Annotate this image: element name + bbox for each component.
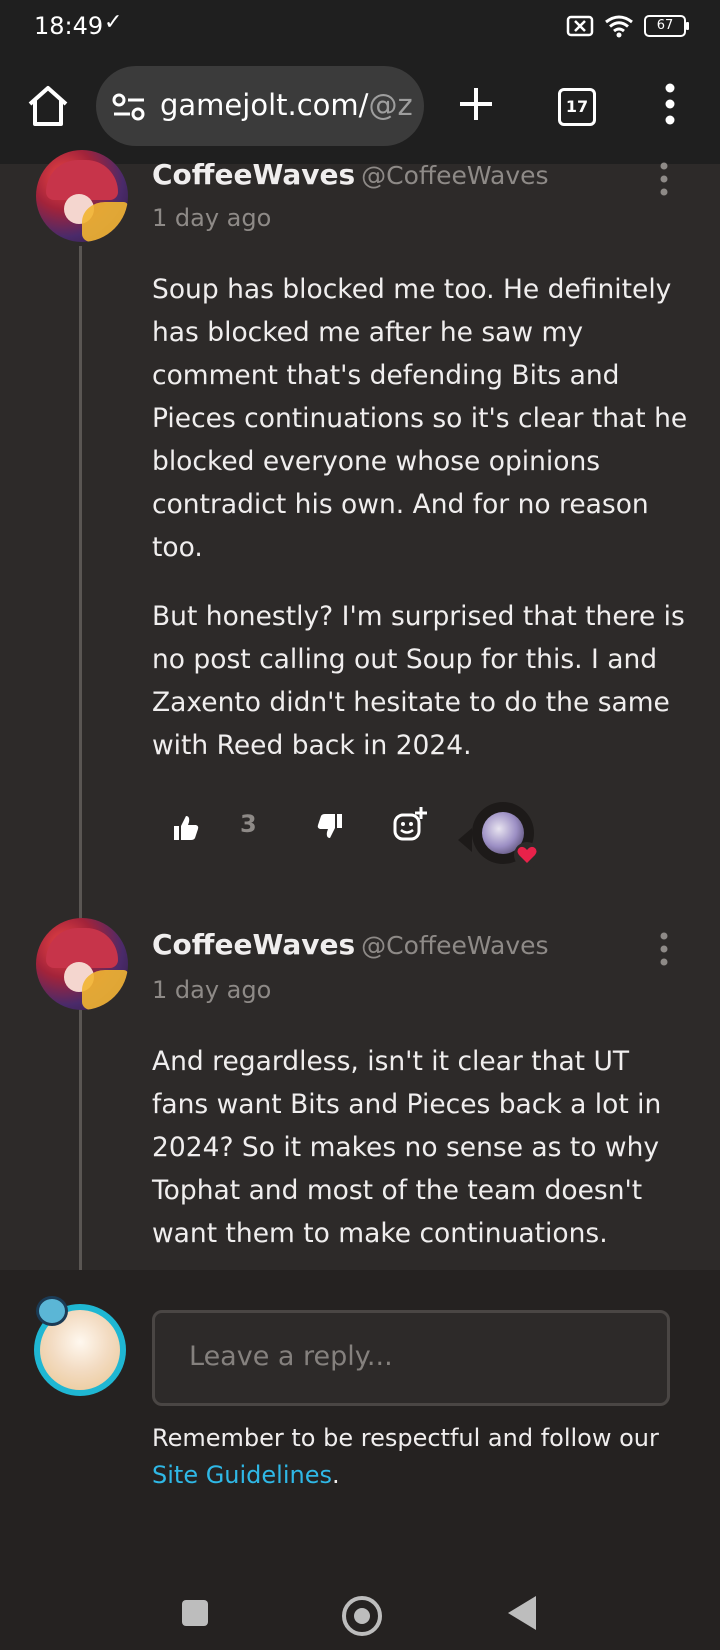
new-tab-icon[interactable] (456, 84, 496, 124)
heart-icon (517, 846, 537, 863)
comment-time[interactable]: 1 day ago (152, 204, 271, 232)
more-options-icon[interactable] (664, 82, 676, 126)
thumbs-down-icon[interactable] (316, 812, 344, 840)
author-handle[interactable]: @CoffeeWaves (361, 161, 548, 190)
reply-area: Leave a reply... Remember to be respectf… (0, 1270, 720, 1530)
comment-paragraph: And regardless, isn't it clear that UT f… (152, 1046, 662, 1249)
comment-author[interactable]: CoffeeWaves @CoffeeWaves (152, 928, 549, 961)
tab-count: 17 (565, 97, 589, 116)
site-guidelines-link[interactable]: Site Guidelines (152, 1461, 332, 1489)
comment-options-icon[interactable] (660, 932, 668, 966)
comment-body: And regardless, isn't it clear that UT f… (152, 1040, 692, 1281)
reaction-pointer (458, 828, 472, 852)
status-time: 18:49 (34, 12, 104, 40)
browser-toolbar: gamejolt.com/@z 17 (0, 56, 720, 164)
tab-switcher-button[interactable]: 17 (558, 88, 596, 126)
add-reaction-icon[interactable] (392, 806, 428, 842)
battery-level: 67 (656, 18, 674, 33)
wifi-icon (605, 15, 633, 38)
home-button[interactable] (342, 1596, 382, 1636)
url-text[interactable]: gamejolt.com/@z (160, 88, 416, 122)
comment-actions: 3 (172, 802, 592, 870)
comment-paragraph: Soup has blocked me too. He definitely h… (152, 274, 688, 563)
system-nav-bar (0, 1530, 720, 1650)
site-settings-icon[interactable] (112, 92, 146, 122)
no-sim-icon (566, 15, 594, 37)
comment-time[interactable]: 1 day ago (152, 976, 271, 1004)
battery-icon: 67 (644, 15, 689, 37)
author-handle[interactable]: @CoffeeWaves (361, 931, 548, 960)
comment-options-icon[interactable] (660, 162, 668, 196)
download-done-icon: ✓ (104, 10, 123, 35)
home-icon[interactable] (26, 84, 70, 128)
like-count: 3 (240, 810, 257, 838)
author-name[interactable]: CoffeeWaves (152, 158, 355, 191)
thumbs-up-icon[interactable] (172, 814, 200, 842)
comment-author[interactable]: CoffeeWaves @CoffeeWaves (152, 158, 549, 191)
guidelines-text: Remember to be respectful and follow our (152, 1424, 659, 1452)
guidelines-notice: Remember to be respectful and follow our… (152, 1420, 672, 1494)
thread-line (79, 246, 82, 1270)
avatar[interactable] (36, 150, 128, 242)
url-domain: gamejolt.com/ (160, 88, 369, 122)
recents-button[interactable] (182, 1600, 208, 1626)
avatar[interactable] (36, 918, 128, 1010)
reply-placeholder: Leave a reply... (189, 1341, 393, 1372)
address-bar[interactable]: gamejolt.com/@z (96, 66, 424, 146)
status-icons: 67 (566, 14, 689, 38)
url-path: @z (368, 88, 413, 122)
back-button[interactable] (508, 1596, 536, 1630)
user-avatar[interactable] (34, 1296, 126, 1396)
avatar-badge (36, 1296, 68, 1326)
reply-input[interactable]: Leave a reply... (152, 1310, 670, 1406)
author-name[interactable]: CoffeeWaves (152, 928, 355, 961)
guidelines-period: . (332, 1461, 340, 1489)
comment-body: Soup has blocked me too. He definitely h… (152, 268, 692, 793)
comment-paragraph: But honestly? I'm surprised that there i… (152, 601, 685, 761)
heart-badge (514, 842, 540, 868)
status-bar: 18:49 ✓ 67 (0, 0, 720, 56)
